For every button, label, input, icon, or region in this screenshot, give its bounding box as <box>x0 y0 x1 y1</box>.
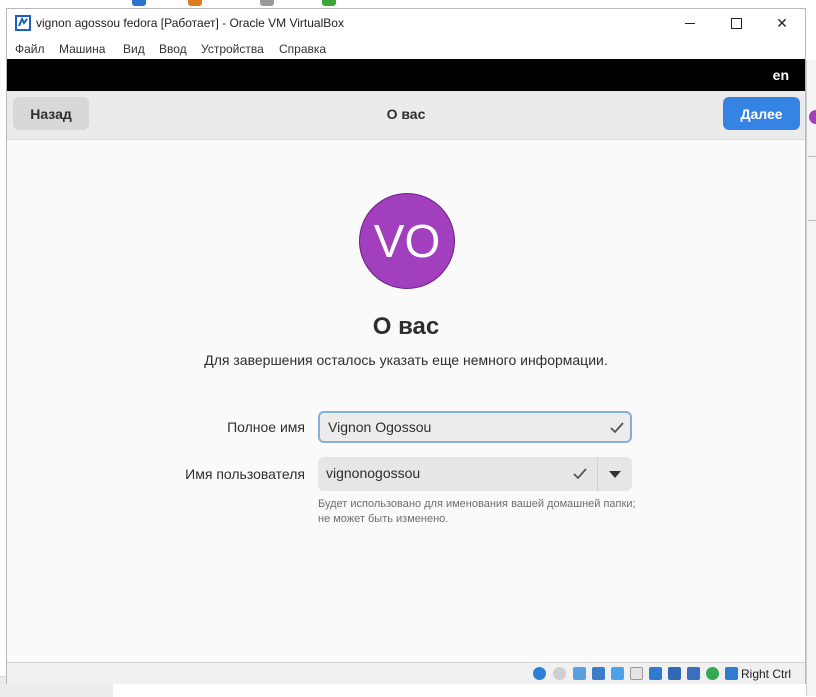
page-description: Для завершения осталось указать еще немн… <box>204 352 608 368</box>
fullname-value: Vignon Ogossou <box>328 419 432 435</box>
shared-folders-icon[interactable] <box>630 667 643 680</box>
user-avatar[interactable]: VO <box>359 193 455 289</box>
vm-status-bar: Right Ctrl <box>7 662 805 684</box>
keyboard-capture-icon[interactable] <box>725 667 738 680</box>
desktop-icon[interactable] <box>322 0 336 6</box>
virtualization-icon[interactable] <box>706 667 719 680</box>
minimize-button[interactable] <box>667 9 713 37</box>
display-icon[interactable] <box>649 667 662 680</box>
keyboard-layout-indicator[interactable]: en <box>773 67 789 83</box>
title-bar[interactable]: vignon agossou fedora [Работает] - Oracl… <box>7 9 805 37</box>
check-icon <box>573 468 587 480</box>
username-combo[interactable]: vignonogossou <box>318 457 632 491</box>
recording-icon[interactable] <box>668 667 681 680</box>
menu-view[interactable]: Вид <box>123 42 145 56</box>
username-value: vignonogossou <box>326 465 421 481</box>
usb-icon[interactable] <box>611 667 624 680</box>
maximize-icon <box>730 17 742 29</box>
fullname-label: Полное имя <box>227 419 305 435</box>
maximize-button[interactable] <box>713 9 759 37</box>
desktop-icon[interactable] <box>132 0 146 6</box>
minimize-icon <box>685 22 695 24</box>
hard-disk-icon[interactable] <box>533 667 546 680</box>
next-button[interactable]: Далее <box>723 97 800 130</box>
avatar-initials: VO <box>373 215 441 267</box>
close-icon: ✕ <box>776 14 788 31</box>
gnome-top-bar: en <box>7 59 805 91</box>
audio-icon[interactable] <box>573 667 586 680</box>
virtualbox-app-icon <box>15 15 31 31</box>
host-key-label: Right Ctrl <box>741 667 792 681</box>
desktop-icon[interactable] <box>260 0 274 6</box>
menu-devices[interactable]: Устройства <box>201 42 264 56</box>
network-icon[interactable] <box>592 667 605 680</box>
chevron-down-icon <box>609 470 621 478</box>
header-bar: Назад О вас Далее <box>7 91 805 140</box>
desktop-icons-strip <box>120 0 360 7</box>
optical-drive-icon[interactable] <box>553 667 566 680</box>
page-heading: О вас <box>372 313 440 340</box>
cpu-icon[interactable] <box>687 667 700 680</box>
desktop-icon[interactable] <box>188 0 202 6</box>
menu-machine[interactable]: Машина <box>59 42 105 56</box>
menu-help[interactable]: Справка <box>279 42 326 56</box>
menu-input[interactable]: Ввод <box>159 42 187 56</box>
close-button[interactable]: ✕ <box>759 9 805 37</box>
header-title: О вас <box>386 106 426 122</box>
menu-file[interactable]: Файл <box>15 42 45 56</box>
background-window-edge <box>806 60 816 696</box>
check-icon <box>610 422 624 434</box>
menu-bar: Файл Машина Вид Ввод Устройства Справка <box>7 37 805 59</box>
virtualbox-window: vignon agossou fedora [Работает] - Oracl… <box>6 8 806 684</box>
fullname-field[interactable]: Vignon Ogossou <box>318 411 632 443</box>
username-dropdown-button[interactable] <box>598 457 632 491</box>
username-label: Имя пользователя <box>185 466 305 482</box>
window-title: vignon agossou fedora [Работает] - Oracl… <box>36 16 344 30</box>
guest-display[interactable]: en Назад О вас Далее VO О вас Для заверш… <box>7 59 805 662</box>
username-hint: Будет использовано для именования вашей … <box>318 498 636 525</box>
